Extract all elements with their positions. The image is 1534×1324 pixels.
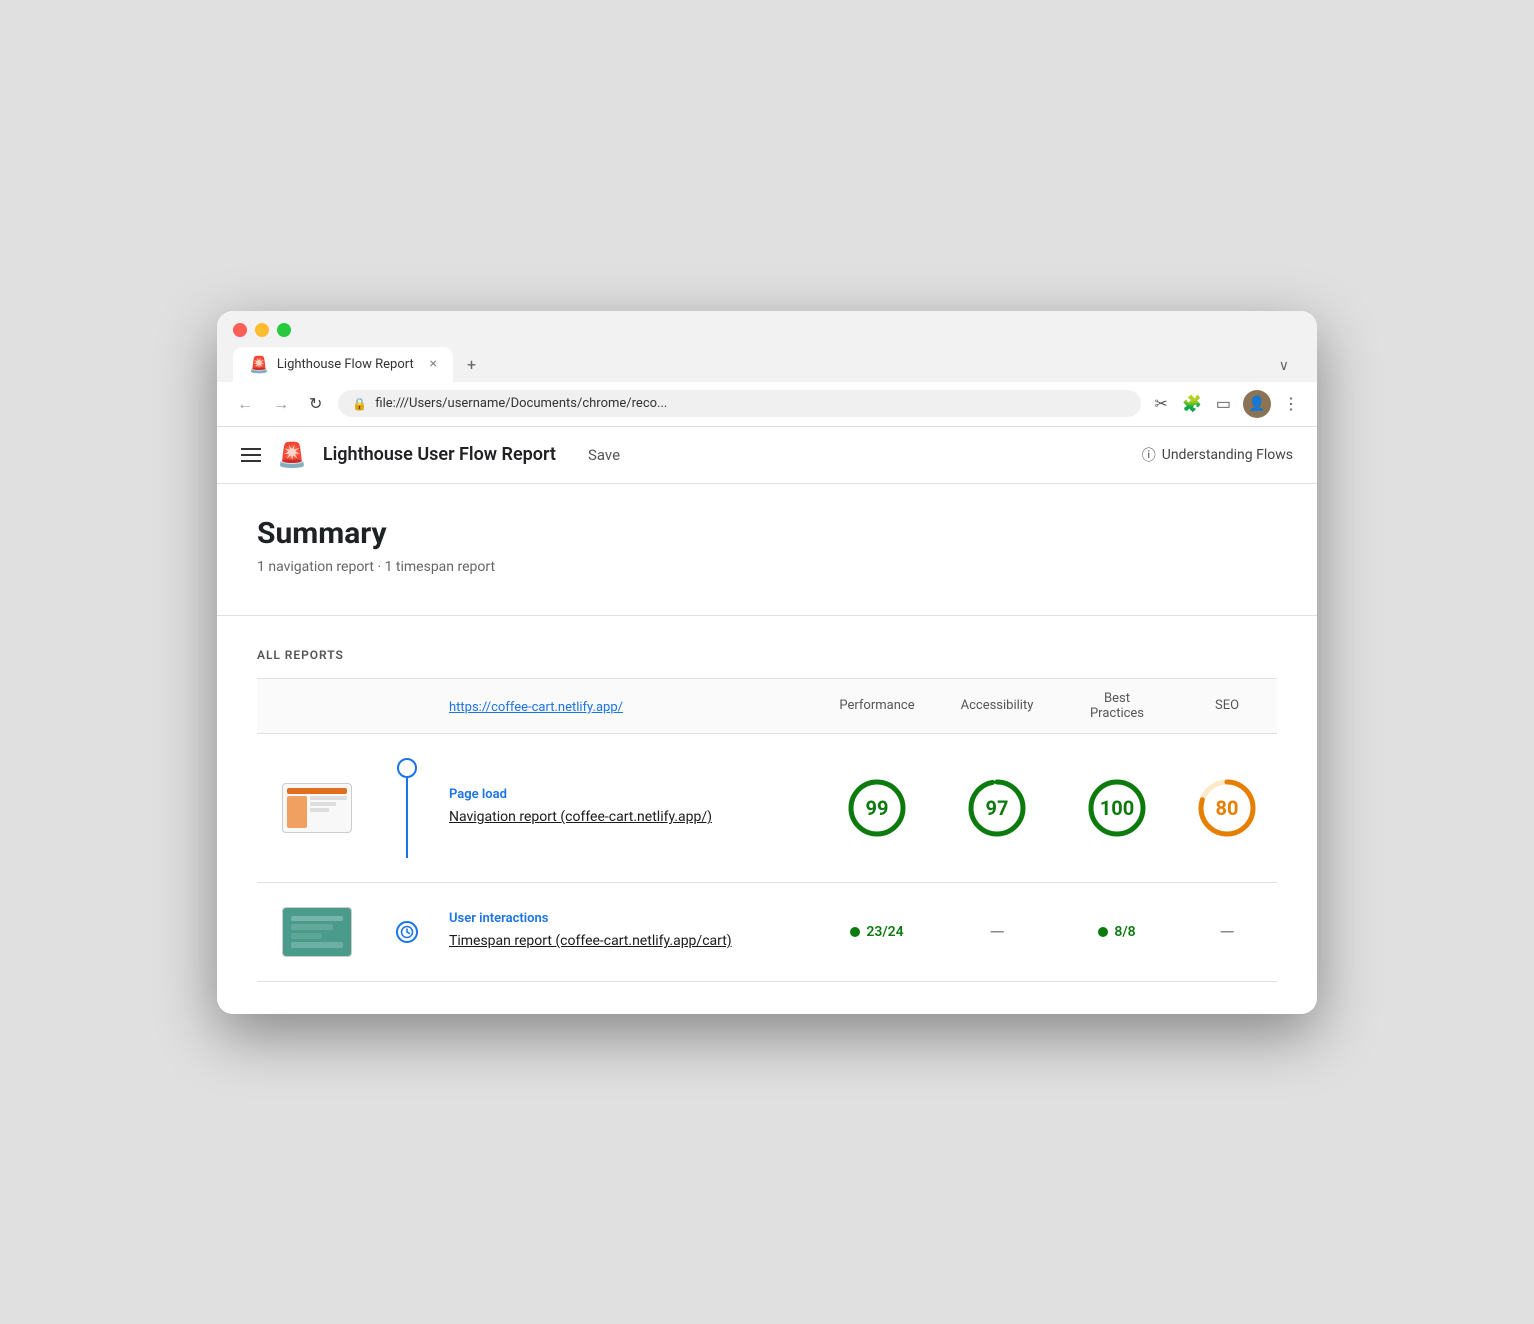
all-reports-label: ALL REPORTS — [257, 648, 1277, 662]
performance-audit-value: 23/24 — [866, 924, 903, 940]
table-row: Page load Navigation report (coffee-cart… — [257, 734, 1277, 883]
summary-title: Summary — [257, 516, 1277, 551]
seo-score-value: 80 — [1216, 796, 1239, 820]
performance-audit-score: 23/24 — [850, 924, 903, 940]
best-practices-header: BestPractices — [1057, 691, 1177, 721]
accessibility-score-cell: 97 — [937, 776, 1057, 840]
accessibility-header: Accessibility — [937, 698, 1057, 713]
table-url-header[interactable]: https://coffee-cart.netlify.app/ — [449, 700, 623, 715]
back-button[interactable]: ← — [233, 392, 257, 416]
seo-dash: — — [1219, 920, 1235, 944]
nav-thumbnail — [282, 783, 352, 833]
more-icon[interactable]: ⋮ — [1281, 392, 1301, 415]
hamburger-menu-button[interactable] — [241, 448, 261, 462]
thumbnail-cell — [257, 783, 377, 833]
tab-bar: 🚨 Lighthouse Flow Report × + ∨ — [233, 347, 1301, 382]
tab-title: Lighthouse Flow Report — [277, 357, 414, 372]
tab-expand-button[interactable]: ∨ — [1267, 350, 1301, 382]
accessibility-dash-cell: — — [937, 920, 1057, 944]
step-indicator-2 — [377, 921, 437, 943]
step-indicator — [377, 758, 437, 858]
close-traffic-light[interactable] — [233, 323, 247, 337]
accessibility-dash: — — [989, 920, 1005, 944]
performance-header: Performance — [817, 698, 937, 713]
minimize-traffic-light[interactable] — [255, 323, 269, 337]
tab-favicon-icon: 🚨 — [249, 355, 269, 374]
reports-table: https://coffee-cart.netlify.app/ Perform… — [257, 679, 1277, 982]
avatar[interactable]: 👤 — [1243, 390, 1271, 418]
tab-close-button[interactable]: × — [430, 356, 437, 372]
toolbar-icons: ✂ 🧩 ▭ 👤 ⋮ — [1153, 390, 1301, 418]
table-header: https://coffee-cart.netlify.app/ Perform… — [257, 679, 1277, 734]
thumbnail-cell-2 — [257, 907, 377, 957]
browser-chrome: 🚨 Lighthouse Flow Report × + ∨ — [217, 311, 1317, 382]
section-separator — [217, 615, 1317, 616]
fullscreen-traffic-light[interactable] — [277, 323, 291, 337]
window-icon[interactable]: ▭ — [1214, 392, 1233, 415]
address-text: file:///Users/username/Documents/chrome/… — [375, 396, 667, 411]
report-type-label: Page load — [449, 787, 805, 802]
help-label: Understanding Flows — [1162, 447, 1293, 463]
address-field[interactable]: 🔒 file:///Users/username/Documents/chrom… — [338, 390, 1140, 417]
performance-audit-cell: 23/24 — [817, 924, 937, 940]
table-row: User interactions Timespan report (coffe… — [257, 883, 1277, 982]
seo-score-cell: 80 — [1177, 776, 1277, 840]
performance-gauge: 99 — [845, 776, 909, 840]
seo-dash-cell: — — [1177, 920, 1277, 944]
best-practices-score-value: 100 — [1100, 796, 1134, 820]
timespan-thumbnail — [282, 907, 352, 957]
step-circle-icon — [397, 758, 417, 778]
performance-score-value: 99 — [866, 796, 889, 820]
app-title: Lighthouse User Flow Report — [323, 444, 556, 465]
active-tab[interactable]: 🚨 Lighthouse Flow Report × — [233, 347, 453, 382]
accessibility-score-value: 97 — [986, 796, 1009, 820]
performance-score-cell: 99 — [817, 776, 937, 840]
best-practices-audit-cell: 8/8 — [1057, 924, 1177, 940]
help-link[interactable]: ⓘ Understanding Flows — [1142, 445, 1293, 465]
lighthouse-logo-icon: 🚨 — [277, 441, 307, 469]
green-dot-2-icon — [1098, 927, 1108, 937]
summary-subtitle: 1 navigation report · 1 timespan report — [257, 559, 1277, 575]
extensions-icon[interactable]: 🧩 — [1180, 392, 1204, 415]
step-connector-line — [406, 778, 408, 858]
address-lock-icon: 🔒 — [352, 397, 367, 411]
accessibility-gauge: 97 — [965, 776, 1029, 840]
scissors-icon[interactable]: ✂ — [1153, 392, 1170, 415]
traffic-lights — [233, 323, 1301, 337]
seo-gauge: 80 — [1195, 776, 1259, 840]
app-content: 🚨 Lighthouse User Flow Report Save ⓘ Und… — [217, 427, 1317, 1014]
best-practices-score-cell: 100 — [1057, 776, 1177, 840]
new-tab-button[interactable]: + — [455, 347, 488, 382]
best-practices-gauge: 100 — [1085, 776, 1149, 840]
app-header: 🚨 Lighthouse User Flow Report Save ⓘ Und… — [217, 427, 1317, 484]
help-circle-icon: ⓘ — [1142, 445, 1156, 465]
report-type-label-2: User interactions — [449, 911, 805, 926]
report-info: Page load Navigation report (coffee-cart… — [437, 787, 817, 828]
best-practices-audit-score: 8/8 — [1098, 924, 1135, 940]
browser-window: 🚨 Lighthouse Flow Report × + ∨ ← → ↻ 🔒 f… — [217, 311, 1317, 1014]
seo-header: SEO — [1177, 698, 1277, 713]
green-dot-icon — [850, 927, 860, 937]
step-clock-icon — [396, 921, 418, 943]
report-info-2: User interactions Timespan report (coffe… — [437, 911, 817, 952]
main-content: Summary 1 navigation report · 1 timespan… — [217, 484, 1317, 1014]
timespan-report-link[interactable]: Timespan report (coffee-cart.netlify.app… — [449, 933, 732, 949]
refresh-button[interactable]: ↻ — [305, 392, 326, 415]
address-bar-row: ← → ↻ 🔒 file:///Users/username/Documents… — [217, 382, 1317, 427]
nav-report-link[interactable]: Navigation report (coffee-cart.netlify.a… — [449, 809, 712, 825]
forward-button[interactable]: → — [269, 392, 293, 416]
best-practices-audit-value: 8/8 — [1114, 924, 1135, 940]
save-button[interactable]: Save — [588, 446, 620, 464]
